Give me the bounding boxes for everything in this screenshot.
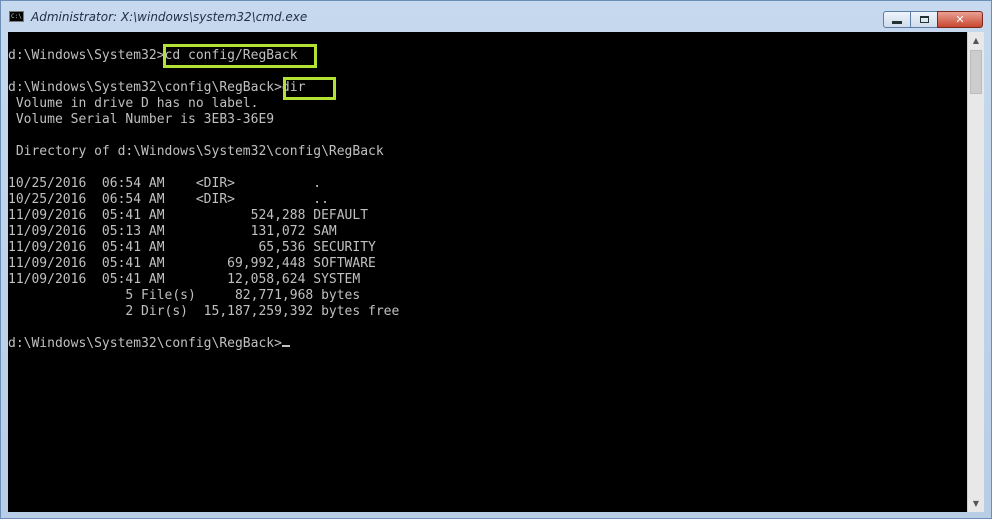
minimize-icon xyxy=(892,21,902,24)
cmd-app-icon[interactable]: C:\ xyxy=(9,11,24,22)
console-line: 10/25/2016 06:54 AM <DIR> .. xyxy=(8,192,329,207)
vertical-scrollbar[interactable]: ▲ ▼ xyxy=(967,32,984,512)
title-bar[interactable]: C:\ Administrator: X:\windows\system32\c… xyxy=(1,1,991,31)
console-line: 11/09/2016 05:41 AM 69,992,448 SOFTWARE xyxy=(8,256,376,271)
scroll-up-icon[interactable]: ▲ xyxy=(968,32,984,49)
console-line: Directory of d:\Windows\System32\config\… xyxy=(8,144,384,159)
console-prompt-line[interactable]: d:\Windows\System32\config\RegBack> xyxy=(8,336,399,352)
console-output[interactable]: d:\Windows\System32>cd config/RegBack d:\… xyxy=(8,32,967,512)
close-icon: ✕ xyxy=(955,13,965,26)
minimize-button[interactable] xyxy=(883,11,911,28)
window-title: Administrator: X:\windows\system32\cmd.e… xyxy=(31,10,308,24)
close-button[interactable]: ✕ xyxy=(937,11,983,28)
text-cursor xyxy=(281,345,290,347)
maximize-button[interactable] xyxy=(910,11,938,28)
console-line: d:\Windows\System32\config\RegBack>dir xyxy=(8,80,306,95)
console-line: 2 Dir(s) 15,187,259,392 bytes free xyxy=(8,304,400,319)
console-line: 5 File(s) 82,771,968 bytes xyxy=(8,288,361,303)
scroll-down-icon[interactable]: ▼ xyxy=(968,495,984,512)
console-line: 11/09/2016 05:41 AM 524,288 DEFAULT xyxy=(8,208,369,223)
console-line: 10/25/2016 06:54 AM <DIR> . xyxy=(8,176,322,191)
console-line: 11/09/2016 05:41 AM 65,536 SECURITY xyxy=(8,240,376,255)
console-line: Volume Serial Number is 3EB3-36E9 xyxy=(8,112,275,127)
maximize-icon xyxy=(919,16,929,23)
console-line: Volume in drive D has no label. xyxy=(8,96,259,111)
caption-buttons: ✕ xyxy=(883,11,983,28)
cmd-window: C:\ Administrator: X:\windows\system32\c… xyxy=(0,0,992,519)
scroll-thumb[interactable] xyxy=(970,50,982,94)
console-line: d:\Windows\System32>cd config/RegBack xyxy=(8,48,298,63)
console-line: 11/09/2016 05:13 AM 131,072 SAM xyxy=(8,224,337,239)
console-text: d:\Windows\System32>cd config/RegBack d:\… xyxy=(8,48,399,352)
console-prompt: d:\Windows\System32\config\RegBack> xyxy=(8,336,282,351)
console-line: 11/09/2016 05:41 AM 12,058,624 SYSTEM xyxy=(8,272,361,287)
